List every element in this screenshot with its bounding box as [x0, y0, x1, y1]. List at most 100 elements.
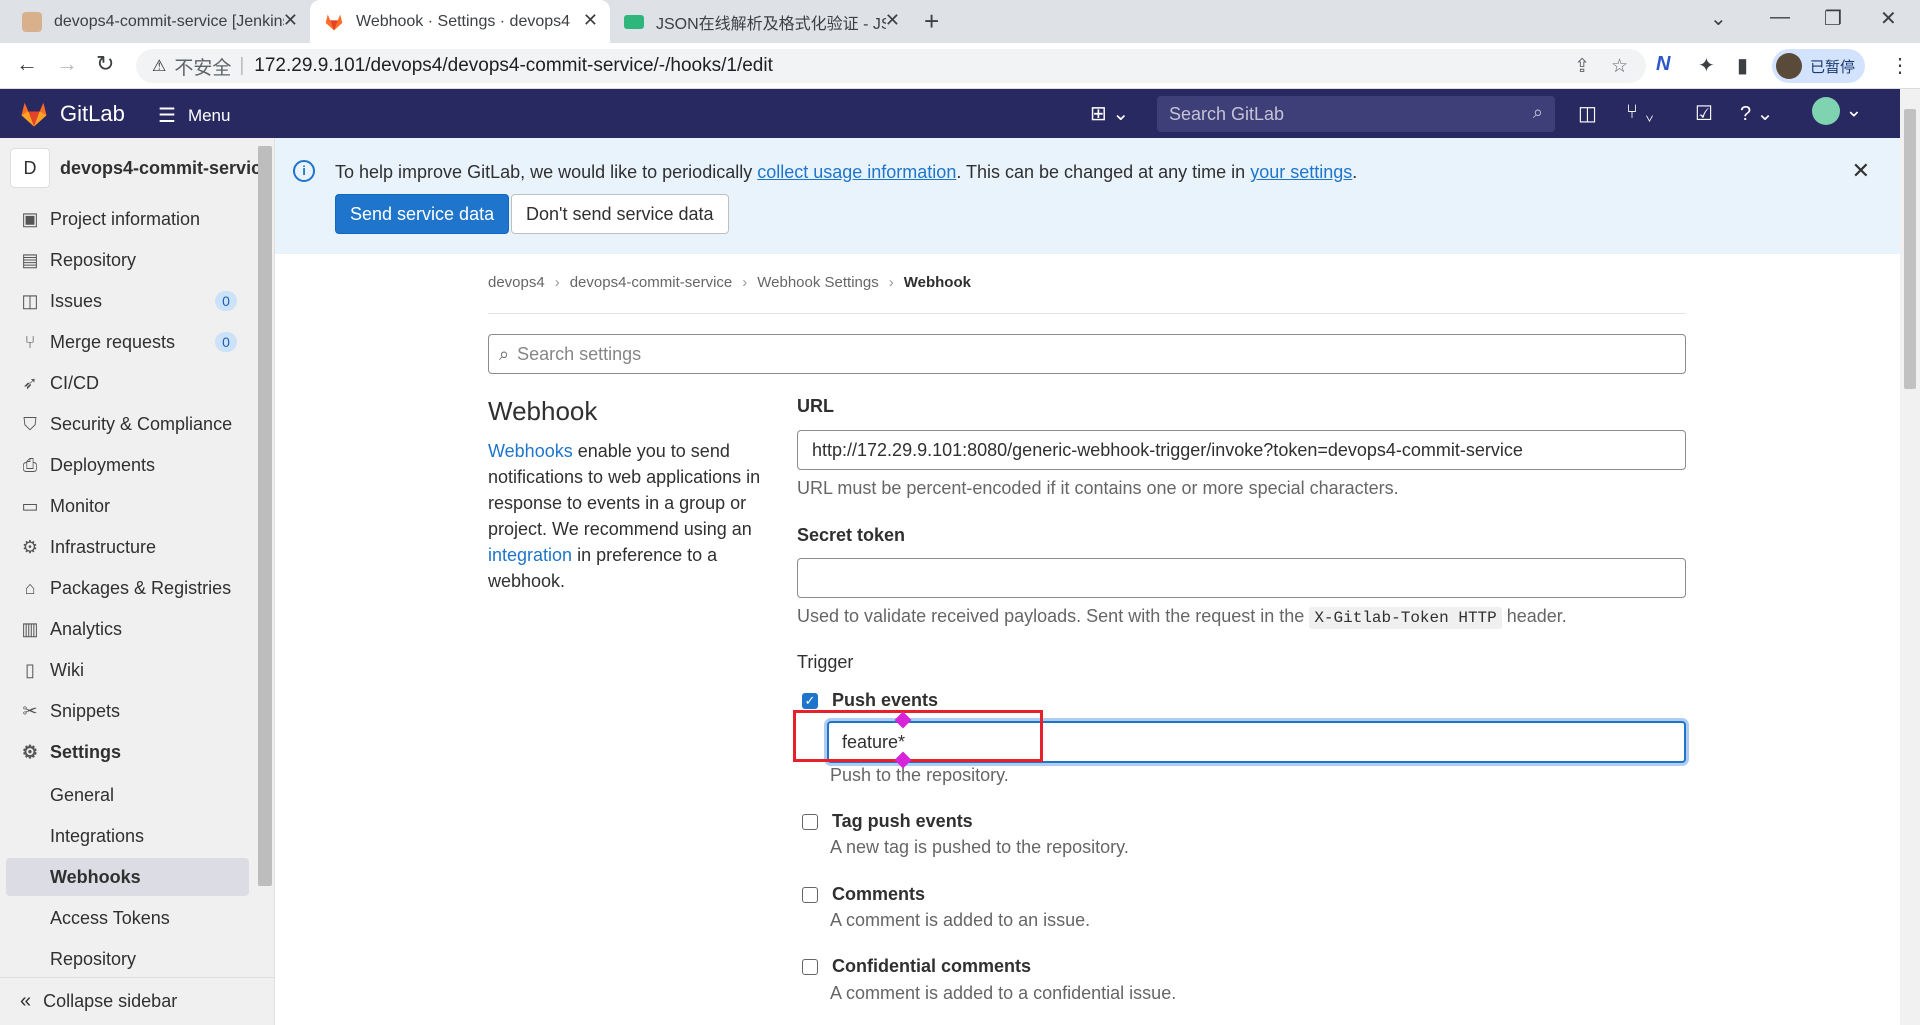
cloud-gear-icon: ⚙: [21, 536, 39, 557]
search-icon: ⌕: [1532, 102, 1543, 122]
package-icon: ⌂: [24, 577, 36, 598]
url-help-text: URL must be percent-encoded if it contai…: [797, 478, 1399, 498]
minimize-icon[interactable]: —: [1770, 6, 1790, 29]
send-service-data-button[interactable]: Send service data: [335, 194, 510, 234]
comments-checkbox-row[interactable]: Comments: [802, 884, 925, 905]
sidebar-item-wiki[interactable]: ▯ Wiki: [0, 651, 255, 689]
sidebar-subitem-webhooks[interactable]: Webhooks: [6, 858, 249, 896]
service-ping-banner: i To help improve GitLab, we would like …: [275, 138, 1900, 254]
extensions-puzzle-icon[interactable]: ✦: [1698, 53, 1715, 78]
scrollbar-thumb[interactable]: [1904, 109, 1916, 389]
brand-name: GitLab: [60, 101, 125, 126]
close-tab-icon[interactable]: ✕: [583, 10, 598, 31]
close-icon[interactable]: ✕: [1852, 158, 1870, 184]
sidebar-subitem-integrations[interactable]: Integrations: [6, 817, 249, 855]
banner-text: .: [1352, 162, 1358, 182]
address-bar[interactable]: ⚠ 不安全 | 172.29.9.101/devops4/devops4-com…: [136, 49, 1646, 83]
sidebar-item-packages[interactable]: ⌂ Packages & Registries: [0, 569, 255, 607]
page-scrollbar[interactable]: [1900, 89, 1920, 1025]
menu-button[interactable]: ☰ Menu: [158, 103, 230, 128]
url-text: 172.29.9.101/devops4/devops4-commit-serv…: [254, 55, 773, 76]
tab-search-chevron-icon[interactable]: ⌄: [1710, 6, 1727, 31]
merge-requests-icon[interactable]: ⑂ ⌄: [1626, 101, 1656, 124]
sidebar-item-deployments[interactable]: ⎙ Deployments: [0, 446, 255, 484]
banner-text: To help improve GitLab, we would like to…: [335, 162, 758, 182]
sidebar-item-security[interactable]: ⛉ Security & Compliance: [0, 405, 255, 443]
reload-icon[interactable]: ↻: [96, 51, 114, 77]
confidential-comments-checkbox[interactable]: [802, 958, 818, 975]
new-tab-icon[interactable]: +: [924, 6, 939, 37]
sidebar-item-label: Settings: [50, 741, 122, 762]
back-arrow-icon[interactable]: ←: [16, 51, 38, 77]
close-tab-icon[interactable]: ✕: [283, 10, 298, 31]
sidebar-item-label: Security & Compliance: [50, 413, 233, 434]
sidebar-item-ci-cd[interactable]: ➶ CI/CD: [0, 364, 255, 402]
share-icon[interactable]: ⇪: [1574, 55, 1590, 78]
comments-checkbox[interactable]: [802, 886, 818, 903]
collect-usage-link[interactable]: collect usage information: [757, 162, 956, 182]
your-settings-link[interactable]: your settings: [1250, 162, 1352, 182]
push-events-checkbox-row[interactable]: ✓ Push events: [802, 690, 938, 711]
sidebar-item-monitor[interactable]: ▭ Monitor: [0, 487, 255, 525]
comments-label: Comments: [832, 884, 926, 904]
browser-menu-icon[interactable]: ⋮: [1890, 53, 1910, 78]
tag-push-events-checkbox[interactable]: [802, 813, 818, 830]
issues-icon[interactable]: ◫: [1578, 101, 1597, 126]
forward-arrow-icon[interactable]: →: [56, 51, 78, 77]
url-input[interactable]: http://172.29.9.101:8080/generic-webhook…: [797, 430, 1686, 470]
bookmark-star-icon[interactable]: ☆: [1611, 55, 1628, 78]
sidebar-item-repository[interactable]: ▤ Repository: [0, 241, 255, 279]
sidebar-scrollbar[interactable]: [258, 146, 272, 886]
todos-icon[interactable]: ☑: [1695, 101, 1713, 126]
sidebar-item-project-information[interactable]: ▣ Project information: [0, 200, 255, 238]
browser-tab-webhook[interactable]: Webhook · Settings · devops4 ✕: [310, 0, 610, 43]
collapse-sidebar-button[interactable]: « Collapse sidebar: [0, 977, 274, 1025]
tag-push-events-checkbox-row[interactable]: Tag push events: [802, 811, 973, 832]
sidebar-subitem-repository[interactable]: Repository: [6, 940, 249, 978]
settings-search-placeholder: Search settings: [517, 343, 642, 364]
user-avatar-icon[interactable]: ⌄: [1812, 97, 1862, 125]
deployments-icon: ⎙: [22, 454, 38, 475]
shield-icon: ⛉: [23, 413, 37, 434]
restore-icon[interactable]: ❐: [1824, 6, 1842, 31]
side-panel-icon[interactable]: ▮: [1737, 53, 1748, 78]
window-close-icon[interactable]: ✕: [1880, 6, 1897, 31]
sidebar-item-issues[interactable]: ◫ Issues 0: [0, 282, 255, 320]
push-events-checkbox[interactable]: ✓: [802, 692, 818, 709]
settings-gear-icon: ⚙: [21, 741, 39, 762]
integration-link[interactable]: integration: [488, 545, 572, 565]
settings-search-input[interactable]: ⌕ Search settings: [488, 334, 1686, 374]
sidebar-item-snippets[interactable]: ✂ Snippets: [0, 692, 255, 730]
create-new-icon[interactable]: ⊞ ⌄: [1090, 101, 1129, 126]
breadcrumb-item[interactable]: devops4-commit-service: [570, 274, 733, 291]
banner-text: . This can be changed at any time in: [956, 162, 1251, 182]
breadcrumb-item[interactable]: Webhook Settings: [757, 274, 878, 291]
project-name: devops4-commit-service: [60, 157, 272, 178]
gitlab-logo[interactable]: GitLab: [18, 99, 125, 129]
browser-tab-jenkins[interactable]: devops4-commit-service [Jenkins] ✕: [8, 0, 310, 43]
secret-token-input[interactable]: [797, 558, 1686, 598]
sidebar-item-label: Project information: [50, 208, 201, 229]
sidebar-item-settings[interactable]: ⚙ Settings: [0, 733, 255, 771]
dont-send-service-data-button[interactable]: Don't send service data: [511, 194, 729, 234]
sidebar-subitem-label: Repository: [50, 948, 137, 969]
close-tab-icon[interactable]: ✕: [885, 10, 900, 31]
sidebar-item-analytics[interactable]: ▥ Analytics: [0, 610, 255, 648]
project-icon: ▣: [21, 208, 39, 229]
browser-tab-json[interactable]: JSON在线解析及格式化验证 - JSON ✕: [610, 0, 912, 43]
sidebar-item-infrastructure[interactable]: ⚙ Infrastructure: [0, 528, 255, 566]
profile-button[interactable]: 已暂停: [1772, 49, 1866, 83]
webhooks-doc-link[interactable]: Webhooks: [488, 441, 573, 461]
confidential-comments-checkbox-row[interactable]: Confidential comments: [802, 956, 1031, 977]
extension-n-icon[interactable]: N: [1656, 53, 1670, 76]
sidebar-subitem-general[interactable]: General: [6, 776, 249, 814]
help-icon[interactable]: ? ⌄: [1740, 101, 1773, 126]
sidebar-item-merge-requests[interactable]: ⑂ Merge requests 0: [0, 323, 255, 361]
banner-message: To help improve GitLab, we would like to…: [335, 162, 1357, 183]
gitlab-search-input[interactable]: Search GitLab ⌕: [1157, 96, 1555, 132]
sidebar-item-label: Snippets: [50, 700, 121, 721]
breadcrumb-item[interactable]: devops4: [488, 274, 545, 291]
sidebar-subitem-access-tokens[interactable]: Access Tokens: [6, 899, 249, 937]
sidebar-project[interactable]: D devops4-commit-service: [10, 148, 271, 188]
push-events-help: Push to the repository.: [830, 765, 1009, 785]
